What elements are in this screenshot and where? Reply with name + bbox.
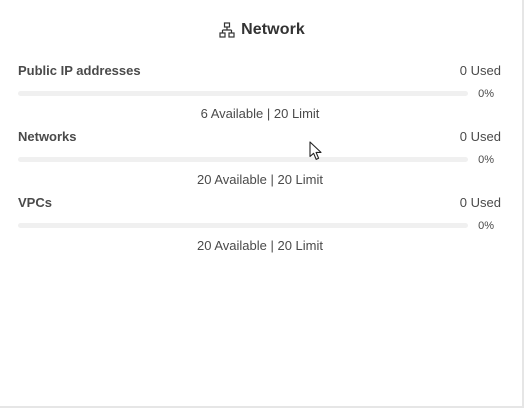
panel-title: Network: [241, 21, 305, 38]
quota-vpcs: VPCs 0 Used 0% 20 Available | 20 Limit: [18, 195, 502, 257]
quota-networks: Networks 0 Used 0% 20 Available | 20 Lim…: [18, 129, 502, 191]
quota-limit: 20 Limit: [273, 106, 320, 121]
quota-limit: 20 Limit: [277, 238, 324, 253]
quota-limit: 20 Limit: [277, 172, 324, 187]
quota-separator: |: [270, 172, 274, 187]
mouse-pointer-icon: [309, 141, 323, 161]
quota-used: 0 Used: [459, 195, 501, 210]
network-topology-icon: [219, 22, 235, 38]
network-quota-panel: Network Public IP addresses 0 Used 0% 6 …: [0, 0, 524, 408]
quota-available: 6 Available: [200, 106, 264, 121]
quota-availability: 20 Available | 20 Limit: [18, 238, 502, 253]
quota-usage-bar: [18, 91, 468, 96]
quota-percent: 0%: [478, 220, 494, 232]
quota-name: VPCs: [18, 195, 52, 210]
quota-used: 0 Used: [459, 129, 501, 144]
quota-usage-bar: [18, 223, 468, 228]
quota-name: Public IP addresses: [18, 63, 141, 78]
quota-public-ip-addresses: Public IP addresses 0 Used 0% 6 Availabl…: [18, 63, 502, 125]
quota-availability: 20 Available | 20 Limit: [18, 172, 502, 187]
quota-available: 20 Available: [196, 172, 267, 187]
quota-separator: |: [266, 106, 271, 121]
quota-name: Networks: [18, 129, 77, 144]
quota-usage-bar: [18, 157, 468, 162]
quota-percent: 0%: [478, 154, 494, 166]
quota-availability: 6 Available | 20 Limit: [18, 106, 502, 121]
quota-used: 0 Used: [459, 63, 501, 78]
quota-available: 20 Available: [196, 238, 267, 253]
quota-percent: 0%: [478, 88, 494, 100]
panel-header: Network: [0, 18, 524, 42]
quota-separator: |: [270, 238, 274, 253]
